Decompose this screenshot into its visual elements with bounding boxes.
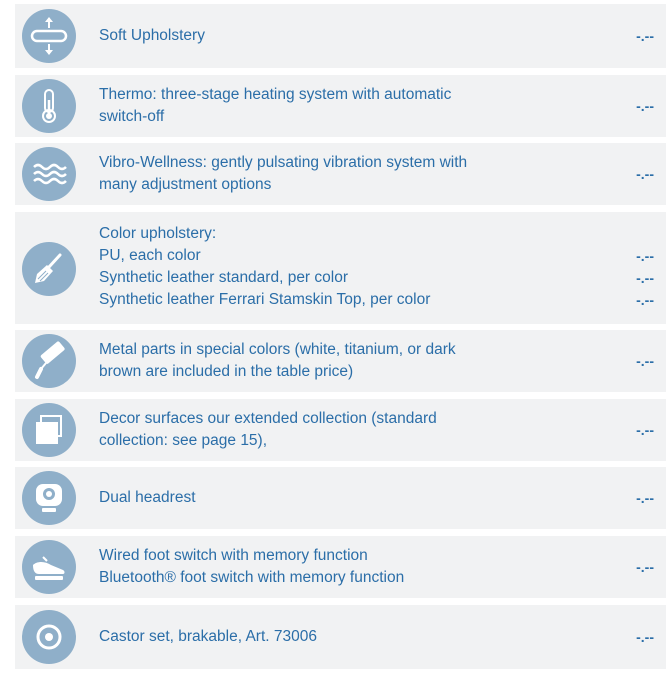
thermometer-icon bbox=[22, 79, 76, 133]
option-price: -.-- bbox=[636, 559, 654, 575]
option-row-thermo: Thermo: three-stage heating system with … bbox=[15, 75, 666, 137]
foot-switch-icon bbox=[22, 540, 76, 594]
option-description: Color upholstery: PU, each color Synthet… bbox=[99, 225, 431, 308]
option-row-vibro-wellness: Vibro-Wellness: gently pulsating vibrati… bbox=[15, 143, 666, 205]
option-description: Vibro-Wellness: gently pulsating vibrati… bbox=[99, 154, 468, 193]
option-description: Castor set, brakable, Art. 73006 bbox=[99, 628, 317, 645]
option-row-metal-parts: Metal parts in special colors (white, ti… bbox=[15, 330, 666, 392]
option-row-dual-headrest: Dual headrest -.-- bbox=[15, 467, 666, 529]
option-description: Decor surfaces our extended collection (… bbox=[99, 410, 437, 449]
option-price: -.-- bbox=[636, 490, 654, 506]
option-description: Wired foot switch with memory function B… bbox=[99, 547, 405, 586]
upholstery-icon bbox=[22, 9, 76, 63]
option-row-color-upholstery: Color upholstery: PU, each color Synthet… bbox=[15, 212, 666, 324]
option-description: Thermo: three-stage heating system with … bbox=[99, 86, 452, 125]
option-description: Soft Upholstery bbox=[99, 27, 205, 44]
headrest-icon bbox=[22, 471, 76, 525]
option-row-foot-switch: Wired foot switch with memory function B… bbox=[15, 536, 666, 598]
price-list-page: Soft Upholstery -.-- Thermo: three-stage… bbox=[0, 0, 666, 696]
paint-roller-icon bbox=[22, 334, 76, 388]
option-price: -.-- bbox=[636, 353, 654, 369]
option-price: -.-- bbox=[636, 422, 654, 438]
paint-brush-icon bbox=[22, 242, 76, 296]
decor-surface-icon bbox=[22, 403, 76, 457]
option-price: -.-- bbox=[636, 629, 654, 645]
option-description: Dual headrest bbox=[99, 489, 196, 506]
option-row-soft-upholstery: Soft Upholstery -.-- bbox=[15, 4, 666, 68]
option-price: -.-- bbox=[636, 166, 654, 182]
option-row-decor-surfaces: Decor surfaces our extended collection (… bbox=[15, 399, 666, 461]
option-price: -.-- bbox=[636, 98, 654, 114]
option-description: Metal parts in special colors (white, ti… bbox=[99, 341, 456, 380]
option-price: -.-- -.-- -.-- bbox=[636, 248, 654, 308]
option-row-castor-set: Castor set, brakable, Art. 73006 -.-- bbox=[15, 605, 666, 669]
option-price: -.-- bbox=[636, 28, 654, 44]
castor-icon bbox=[22, 610, 76, 664]
vibration-waves-icon bbox=[22, 147, 76, 201]
